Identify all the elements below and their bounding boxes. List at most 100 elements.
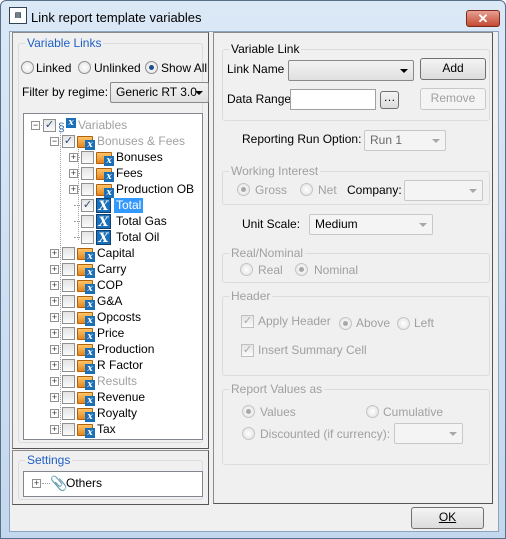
show-all-radio[interactable]	[145, 61, 158, 74]
tree-item-label[interactable]: Results	[97, 374, 137, 389]
expand-icon[interactable]: +	[50, 281, 59, 290]
variables-tree[interactable]: − ✓ § x Variables − ✓ x Bonuses & Fees + x Bonuses +…	[23, 113, 203, 440]
expand-icon[interactable]: +	[50, 265, 59, 274]
expand-icon[interactable]: +	[50, 297, 59, 306]
tree-item-label[interactable]: Tax	[97, 422, 116, 437]
tree-checkbox[interactable]	[81, 215, 94, 228]
tree-item[interactable]: X Total Gas	[24, 214, 202, 230]
expand-icon[interactable]: +	[69, 169, 78, 178]
values-radio[interactable]	[242, 405, 255, 418]
tree-item[interactable]: + x Royalty	[24, 406, 202, 422]
tree-item[interactable]: + x G&A	[24, 294, 202, 310]
tree-item[interactable]: + x COP	[24, 278, 202, 294]
tree-checkbox[interactable]: ✓	[62, 135, 75, 148]
expand-icon[interactable]: +	[50, 329, 59, 338]
tree-item[interactable]: − ✓ x Bonuses & Fees	[24, 134, 202, 150]
tree-checkbox[interactable]: ✓	[81, 199, 94, 212]
tree-item-label[interactable]: Variables	[78, 118, 127, 133]
tree-item-label[interactable]: Production OB	[116, 182, 194, 197]
tree-item[interactable]: + x Production	[24, 342, 202, 358]
tree-item[interactable]: + x Bonuses	[24, 150, 202, 166]
collapse-icon[interactable]: −	[50, 137, 59, 146]
tree-item[interactable]: + x Capital	[24, 246, 202, 262]
tree-item-label[interactable]: R Factor	[97, 358, 143, 373]
expand-icon[interactable]: +	[50, 361, 59, 370]
unit-scale-select[interactable]: Medium	[309, 214, 433, 235]
insert-summary-checkbox[interactable]: ✓	[241, 344, 254, 357]
tree-checkbox[interactable]	[62, 327, 75, 340]
expand-icon[interactable]: +	[69, 153, 78, 162]
tree-checkbox[interactable]	[62, 391, 75, 404]
tree-checkbox[interactable]	[62, 295, 75, 308]
real-radio[interactable]	[240, 263, 253, 276]
tree-item[interactable]: + x Production OB	[24, 182, 202, 198]
apply-header-checkbox[interactable]: ✓	[241, 315, 254, 328]
browse-range-button[interactable]: …	[380, 91, 399, 109]
tree-item[interactable]: + x R Factor	[24, 358, 202, 374]
expand-icon[interactable]: +	[50, 377, 59, 386]
tree-item-label[interactable]: Carry	[97, 262, 126, 277]
linked-radio[interactable]	[21, 61, 34, 74]
link-name-select[interactable]	[288, 60, 414, 81]
gross-radio[interactable]	[237, 183, 250, 196]
tree-item-label[interactable]: Opcosts	[97, 310, 141, 325]
tree-checkbox[interactable]	[81, 167, 94, 180]
tree-checkbox[interactable]	[62, 279, 75, 292]
data-range-input[interactable]	[290, 89, 376, 110]
above-radio[interactable]	[339, 317, 352, 330]
company-select[interactable]	[404, 180, 483, 201]
regime-select[interactable]: Generic RT 3.0	[110, 82, 209, 103]
collapse-icon[interactable]: −	[31, 121, 40, 130]
tree-item-label[interactable]: Production	[97, 342, 154, 357]
tree-checkbox[interactable]	[62, 343, 75, 356]
tree-item-label[interactable]: Revenue	[97, 390, 145, 405]
tree-checkbox[interactable]	[62, 407, 75, 420]
tree-item-label[interactable]: Total	[114, 198, 144, 213]
tree-item[interactable]: + x Carry	[24, 262, 202, 278]
discount-select[interactable]	[394, 423, 463, 444]
ok-button[interactable]: OK	[411, 507, 484, 529]
reporting-run-select[interactable]: Run 1	[364, 130, 446, 151]
tree-checkbox[interactable]	[81, 183, 94, 196]
tree-item-label[interactable]: Total Oil	[116, 230, 159, 245]
tree-item[interactable]: X Total Oil	[24, 230, 202, 246]
tree-checkbox[interactable]	[81, 151, 94, 164]
tree-item-label[interactable]: Bonuses & Fees	[97, 134, 185, 149]
remove-button[interactable]: Remove	[420, 88, 486, 110]
add-button[interactable]: Add	[420, 58, 486, 80]
tree-item[interactable]: + x Price	[24, 326, 202, 342]
tree-item[interactable]: ✓ X Total	[24, 198, 202, 214]
tree-item-label[interactable]: COP	[97, 278, 123, 293]
settings-item-others[interactable]: Others	[66, 476, 102, 491]
expand-icon[interactable]: +	[32, 479, 41, 488]
left-radio[interactable]	[397, 317, 410, 330]
expand-icon[interactable]: +	[50, 425, 59, 434]
settings-tree[interactable]: + 📎 Others	[23, 471, 203, 497]
tree-item[interactable]: + x Opcosts	[24, 310, 202, 326]
cumulative-radio[interactable]	[366, 405, 379, 418]
expand-icon[interactable]: +	[50, 249, 59, 258]
tree-item-label[interactable]: Capital	[97, 246, 134, 261]
tree-checkbox[interactable]	[62, 375, 75, 388]
tree-item[interactable]: + x Tax	[24, 422, 202, 438]
tree-item-label[interactable]: Fees	[116, 166, 143, 181]
expand-icon[interactable]: +	[50, 393, 59, 402]
tree-checkbox[interactable]	[62, 263, 75, 276]
tree-item-label[interactable]: Bonuses	[116, 150, 163, 165]
expand-icon[interactable]: +	[50, 313, 59, 322]
expand-icon[interactable]: +	[50, 409, 59, 418]
tree-item[interactable]: + x Results	[24, 374, 202, 390]
tree-item[interactable]: + x Revenue	[24, 390, 202, 406]
net-radio[interactable]	[300, 183, 313, 196]
discounted-radio[interactable]	[242, 427, 255, 440]
tree-checkbox[interactable]	[62, 423, 75, 436]
tree-checkbox[interactable]	[81, 231, 94, 244]
tree-item-label[interactable]: G&A	[97, 294, 122, 309]
unlinked-radio[interactable]	[78, 61, 91, 74]
tree-checkbox[interactable]	[62, 311, 75, 324]
tree-checkbox[interactable]	[62, 247, 75, 260]
tree-item-label[interactable]: Price	[97, 326, 124, 341]
tree-item[interactable]: + x Fees	[24, 166, 202, 182]
close-button[interactable]: ✕	[466, 10, 500, 27]
tree-item-label[interactable]: Total Gas	[116, 214, 167, 229]
